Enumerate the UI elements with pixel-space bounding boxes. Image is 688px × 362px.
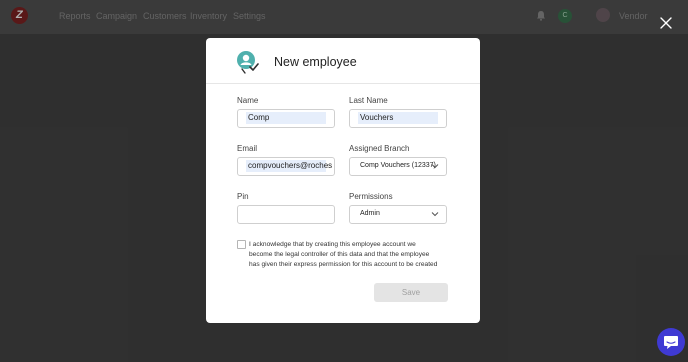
pin-field[interactable] [237, 205, 335, 224]
last-name-field-value: Vouchers [360, 113, 394, 122]
permissions-select-value: Admin [360, 210, 380, 217]
acknowledge-line: has given their express permission for t… [249, 260, 438, 268]
chevron-down-icon [431, 212, 439, 217]
last-name-field[interactable]: Vouchers [349, 109, 447, 128]
chat-launcher-button[interactable] [657, 328, 685, 356]
last-name-label: Last Name [349, 96, 388, 105]
acknowledge-line: I acknowledge that by creating this empl… [249, 241, 416, 248]
branch-select[interactable]: Comp Vouchers (12337) [349, 157, 447, 176]
save-button-label: Save [401, 288, 421, 297]
name-label: Name [237, 96, 259, 105]
name-field[interactable]: Comp [237, 109, 335, 128]
acknowledge-text: I acknowledge that by creating this empl… [249, 240, 444, 269]
name-field-value: Comp [248, 113, 270, 122]
email-label: Email [237, 144, 258, 153]
permissions-label: Permissions [349, 192, 393, 201]
chevron-down-icon [431, 164, 439, 169]
acknowledge-checkbox[interactable] [237, 240, 246, 249]
branch-label: Assigned Branch [349, 144, 410, 153]
modal-header: New employee [206, 38, 480, 84]
email-field-value: compvouchers@rochest [248, 161, 332, 170]
new-employee-modal: New employee Name Comp Last Name Voucher… [206, 38, 480, 323]
branch-select-value: Comp Vouchers (12337) [360, 162, 436, 169]
save-button[interactable]: Save [374, 283, 448, 302]
close-icon[interactable] [659, 16, 673, 30]
chat-bubble-icon [664, 336, 678, 349]
employee-badge-icon [237, 51, 259, 74]
modal-title: New employee [274, 55, 357, 69]
acknowledge-line: become the legal controller of this data… [249, 250, 430, 258]
permissions-select[interactable]: Admin [349, 205, 447, 224]
pin-label: Pin [237, 192, 249, 201]
email-field[interactable]: compvouchers@rochest [237, 157, 335, 176]
